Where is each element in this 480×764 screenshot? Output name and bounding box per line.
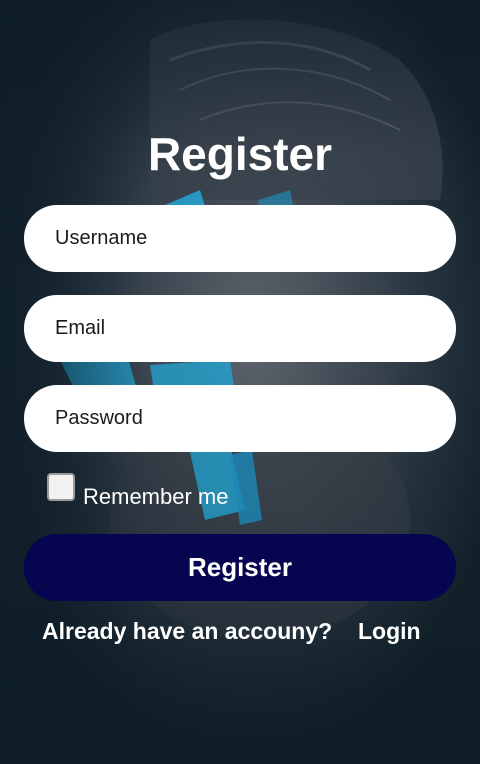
password-field[interactable] bbox=[24, 385, 456, 452]
username-field[interactable] bbox=[24, 205, 456, 272]
email-field[interactable] bbox=[24, 295, 456, 362]
register-button[interactable]: Register bbox=[24, 534, 456, 601]
background-photo bbox=[0, 0, 480, 764]
page-title: Register bbox=[147, 128, 333, 180]
remember-me-label: Remember me bbox=[83, 484, 229, 509]
remember-me-checkbox[interactable] bbox=[47, 473, 75, 501]
login-prompt-text: Already have an accouny? bbox=[42, 618, 333, 644]
login-link[interactable]: Login bbox=[358, 616, 421, 646]
remember-me-option[interactable]: Remember me bbox=[47, 471, 228, 511]
